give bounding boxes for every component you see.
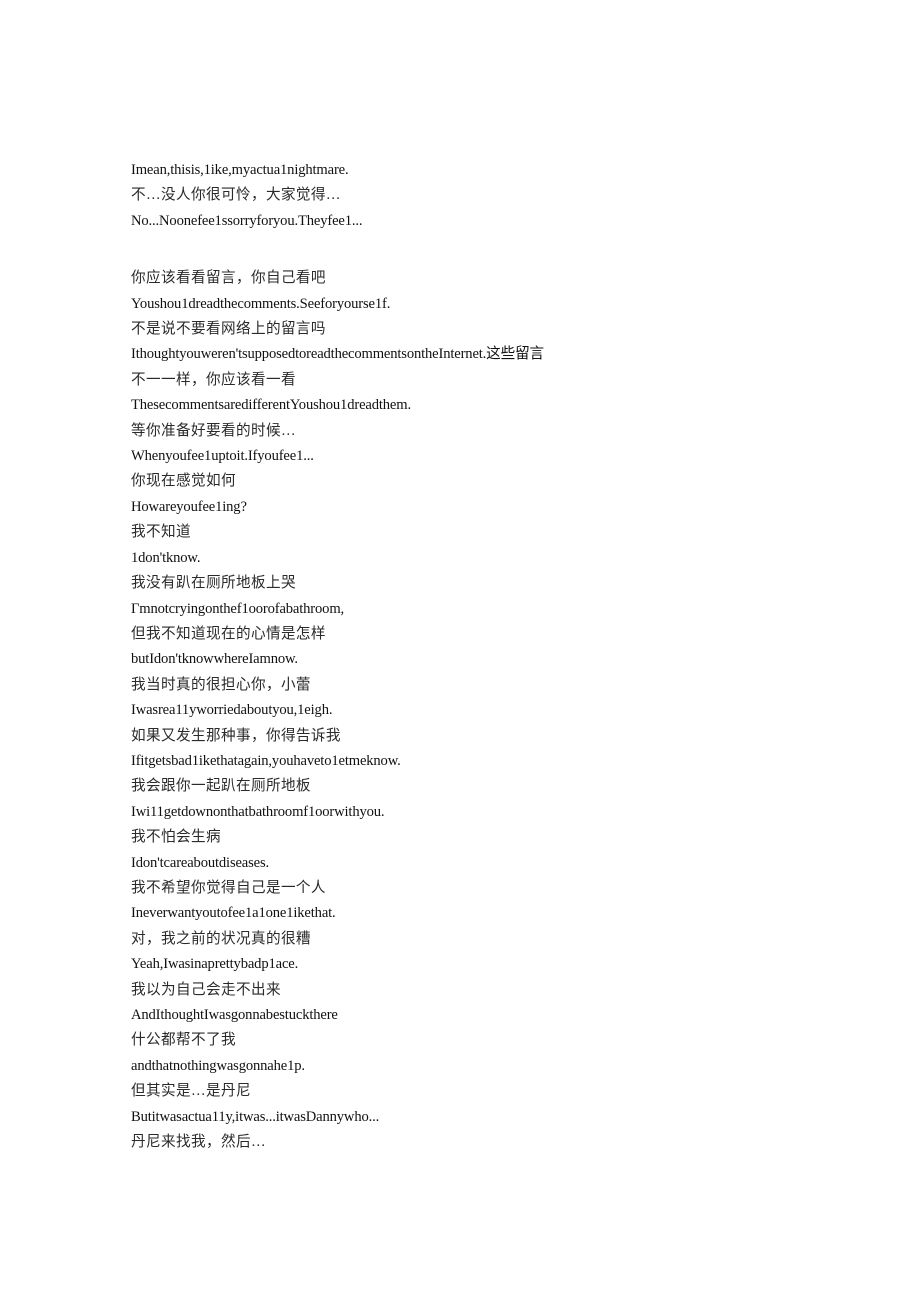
transcript-line: 丹尼来找我，然后…	[131, 1134, 266, 1151]
transcript-line: 如果又发生那种事，你得告诉我	[131, 727, 341, 744]
transcript-line: Iwasrea11yworriedaboutyou,1eigh.	[131, 702, 333, 719]
transcript-line: AndIthoughtIwasgonnabestuckthere	[131, 1007, 338, 1023]
transcript-line: andthatnothingwasgonnahe1p.	[131, 1057, 305, 1074]
transcript-line: Imean,thisis,1ike,myactua1nightmare.	[131, 162, 349, 178]
transcript-line: 你现在感觉如何	[131, 473, 236, 490]
transcript-line: Yeah,Iwasinaprettybadp1ace.	[131, 956, 299, 973]
transcript-line: 不一一样，你应该看一看	[131, 371, 296, 388]
transcript-line: 我没有趴在厕所地板上哭	[131, 575, 296, 592]
transcript-line: 但其实是…是丹尼	[131, 1083, 251, 1100]
transcript-line: Youshou1dreadthecomments.Seeforyourse1f.	[131, 295, 391, 312]
transcript-line: 你应该看看留言，你自己看吧	[131, 270, 326, 287]
transcript-line: 但我不知道现在的心情是怎样	[131, 625, 326, 642]
transcript-line: Iwi11getdownonthatbathroomf1oorwithyou.	[131, 803, 385, 820]
document-page: Imean,thisis,1ike,myactua1nightmare. 不…没人…	[0, 0, 920, 1301]
transcript-line: Ineverwantyoutofee1a1one1ikethat.	[131, 905, 336, 922]
transcript-line: 我不怕会生病	[131, 829, 221, 846]
transcript-line: 我会跟你一起趴在厕所地板	[131, 778, 311, 795]
transcript-line: 我当时真的很担心你，小蕾	[131, 676, 311, 693]
transcript-line: Whenyoufee1uptoit.Ifyoufee1...	[131, 448, 314, 465]
transcript-line: Idon'tcareaboutdiseases.	[131, 854, 270, 871]
transcript-line: 我以为自己会走不出来	[131, 981, 281, 998]
transcript-body: Imean,thisis,1ike,myactua1nightmare. 不…没人…	[131, 158, 791, 1155]
transcript-line: 不是说不要看网络上的留言吗	[131, 321, 326, 338]
transcript-line: Γmnotcryingonthef1oorofabathroom,	[131, 600, 345, 617]
transcript-line: 我不希望你觉得自己是一个人	[131, 879, 326, 896]
transcript-line: No...Noonefee1ssorryforyou.Theyfee1...	[131, 212, 363, 229]
transcript-line: 等你准备好要看的时候…	[131, 422, 296, 439]
transcript-line: 对，我之前的状况真的很糟	[131, 930, 311, 947]
transcript-line: Howareyoufee1ing?	[131, 498, 247, 515]
transcript-line: Butitwasactua11y,itwas...itwasDannywho..…	[131, 1108, 380, 1125]
transcript-line: 1don'tknow.	[131, 549, 201, 566]
transcript-line: Ifitgetsbad1ikethatagain,youhaveto1etmek…	[131, 752, 401, 769]
transcript-line: butIdon'tknowwhereIamnow.	[131, 651, 298, 668]
transcript-line: Ithoughtyouweren'tsupposedtoreadthecomme…	[131, 346, 544, 363]
transcript-line: ThesecommentsaredifferentYoushou1dreadth…	[131, 397, 411, 414]
transcript-line: 我不知道	[131, 524, 191, 541]
transcript-line: 不…没人你很可怜，大家觉得…	[131, 187, 341, 204]
transcript-line: 什公都帮不了我	[131, 1032, 236, 1049]
